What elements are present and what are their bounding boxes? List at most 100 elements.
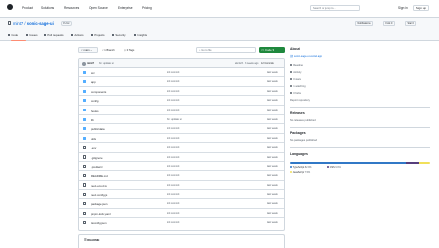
tab-issues[interactable]: Issues	[26, 33, 37, 37]
stat-activity[interactable]: Activity	[290, 71, 301, 74]
file-name-link[interactable]: next.config.js	[91, 193, 107, 197]
file-name-link[interactable]: utils	[91, 137, 96, 141]
nav-pricing[interactable]: Pricing	[142, 6, 152, 10]
table-row[interactable]: next-env.d.ts init commit last week	[79, 181, 284, 191]
file-commit-message[interactable]: init commit	[167, 212, 179, 215]
file-name-link[interactable]: config	[91, 99, 98, 103]
commit-message[interactable]: fix: update ui	[99, 62, 114, 65]
file-name-link[interactable]: pnpm-lock.yaml	[91, 212, 111, 216]
nav-product[interactable]: Product	[22, 6, 33, 10]
table-row[interactable]: package.json init commit last week	[79, 199, 284, 209]
file-name-link[interactable]: lib	[91, 118, 94, 122]
file-commit-message[interactable]: init commit	[167, 156, 179, 159]
language-typescript[interactable]: TypeScript 82.9%	[290, 166, 312, 169]
commit-sha[interactable]: abc123 · 3 weeks ago	[235, 62, 258, 65]
repo-header: mint7 / sonic-sage-ui Public Notificatio…	[0, 18, 439, 41]
file-name-link[interactable]: src	[91, 71, 95, 75]
file-commit-message[interactable]: init commit	[167, 184, 179, 187]
table-row[interactable]: app init commit last week	[79, 77, 284, 87]
language-name: TypeScript	[292, 166, 305, 169]
readme-tab[interactable]: ☰ README	[84, 238, 99, 242]
table-row[interactable]: lib fix: update ui last week	[79, 115, 284, 125]
table-row[interactable]: config init commit last week	[79, 96, 284, 106]
nav-resources[interactable]: Resources	[64, 6, 79, 10]
commit-author[interactable]: mint7	[87, 62, 94, 65]
table-row[interactable]: .env init commit last week	[79, 143, 284, 153]
avatar[interactable]	[81, 61, 86, 66]
file-commit-message[interactable]: init commit	[167, 137, 179, 140]
file-name-link[interactable]: .prettierrc	[91, 165, 103, 169]
file-name-link[interactable]: components	[91, 90, 106, 94]
file-commit-message[interactable]: init commit	[167, 109, 179, 112]
table-row[interactable]: README.md init commit last week	[79, 171, 284, 181]
stat-watching[interactable]: 1 watching	[290, 85, 306, 88]
file-commit-message[interactable]: init commit	[167, 202, 179, 205]
branch-selector[interactable]: ⑂ main ▾	[78, 47, 98, 53]
tab-security[interactable]: Security	[112, 33, 126, 37]
fork-button[interactable]: Fork 0	[383, 20, 395, 26]
tab-pull-requests[interactable]: Pull requests	[44, 33, 64, 37]
github-logo-icon[interactable]	[7, 4, 13, 10]
nav-open-source[interactable]: Open Source	[89, 6, 108, 10]
table-row[interactable]: .gitignore init commit last week	[79, 153, 284, 162]
table-row[interactable]: tsconfig.json init commit last week	[79, 218, 284, 227]
file-name-link[interactable]: app	[91, 80, 96, 84]
file-commit-message[interactable]: init commit	[167, 80, 179, 83]
repo-name[interactable]: sonic-sage-ui	[27, 21, 54, 26]
table-row[interactable]: utils init commit last week	[79, 134, 284, 144]
table-row[interactable]: .prettierrc init commit last week	[79, 162, 284, 172]
file-commit-message[interactable]: init commit	[167, 127, 179, 130]
stat-forks[interactable]: 0 forks	[290, 92, 301, 95]
file-commit-message[interactable]: init commit	[167, 99, 179, 102]
file-name-link[interactable]: tsconfig.json	[91, 221, 107, 225]
nav-enterprise[interactable]: Enterprise	[118, 6, 133, 10]
tab-projects[interactable]: Projects	[91, 33, 105, 37]
file-commit-message[interactable]: init commit	[167, 71, 179, 74]
go-to-file-input[interactable]: ⌕ Go to file	[196, 47, 256, 53]
tab-actions[interactable]: Actions	[71, 33, 84, 37]
tab-code[interactable]: Code	[8, 33, 18, 37]
sign-in-link[interactable]: Sign in	[398, 6, 408, 10]
table-row[interactable]: pnpm-lock.yaml init commit last week	[79, 209, 284, 219]
language-javascript[interactable]: JavaScript 7.5%	[290, 171, 310, 174]
stat-readme[interactable]: Readme	[290, 64, 303, 67]
stat-stars[interactable]: 0 stars	[290, 78, 301, 81]
table-row[interactable]: src init commit last week	[79, 68, 284, 78]
homepage-link[interactable]: ⛓ sonic-sage-ui.vercel.app	[290, 55, 322, 58]
sign-up-button[interactable]: Sign up	[413, 5, 429, 11]
releases-heading[interactable]: Releases	[290, 111, 305, 115]
tab-insights[interactable]: Insights	[134, 33, 147, 37]
packages-heading[interactable]: Packages	[290, 131, 306, 135]
star-button[interactable]: Star 0	[405, 20, 417, 26]
tags-link[interactable]: ◇ 0 Tags	[124, 49, 134, 52]
file-commit-message[interactable]: init commit	[167, 174, 179, 177]
table-row[interactable]: public/data init commit last week	[79, 124, 284, 134]
file-commit-message[interactable]: init commit	[167, 165, 179, 168]
table-row[interactable]: next.config.js init commit last week	[79, 190, 284, 200]
search-input[interactable]: Search or jump to...	[310, 5, 360, 11]
file-commit-message[interactable]: fix: update ui	[167, 118, 182, 121]
repo-owner[interactable]: mint7	[13, 21, 23, 26]
stat-activity-label: Activity	[293, 71, 302, 74]
language-css[interactable]: CSS 9.6%	[327, 166, 341, 169]
file-name-link[interactable]: README.md	[91, 174, 108, 178]
table-row[interactable]: hooks init commit last week	[79, 106, 284, 115]
eye-icon	[290, 85, 293, 88]
file-commit-message[interactable]: init commit	[167, 221, 179, 224]
file-commit-message[interactable]: init commit	[167, 90, 179, 93]
file-name-link[interactable]: public/data	[91, 127, 105, 131]
file-name-link[interactable]: .env	[91, 146, 96, 150]
code-button[interactable]: <> Code ▾	[259, 47, 285, 53]
report-repository-link[interactable]: Report repository	[290, 99, 310, 102]
file-name-link[interactable]: package.json	[91, 202, 107, 206]
nav-solutions[interactable]: Solutions	[41, 6, 54, 10]
file-name-link[interactable]: hooks	[91, 109, 98, 113]
file-commit-message[interactable]: init commit	[167, 193, 179, 196]
commits-link[interactable]: 12 Commits	[261, 62, 274, 65]
file-name-link[interactable]: .gitignore	[91, 156, 103, 160]
file-name-link[interactable]: next-env.d.ts	[91, 184, 107, 188]
file-commit-message[interactable]: init commit	[167, 146, 179, 149]
notifications-button[interactable]: Notifications	[355, 20, 374, 26]
branches-link[interactable]: ⑂ 1 Branch	[102, 49, 115, 52]
table-row[interactable]: components init commit last week	[79, 87, 284, 97]
